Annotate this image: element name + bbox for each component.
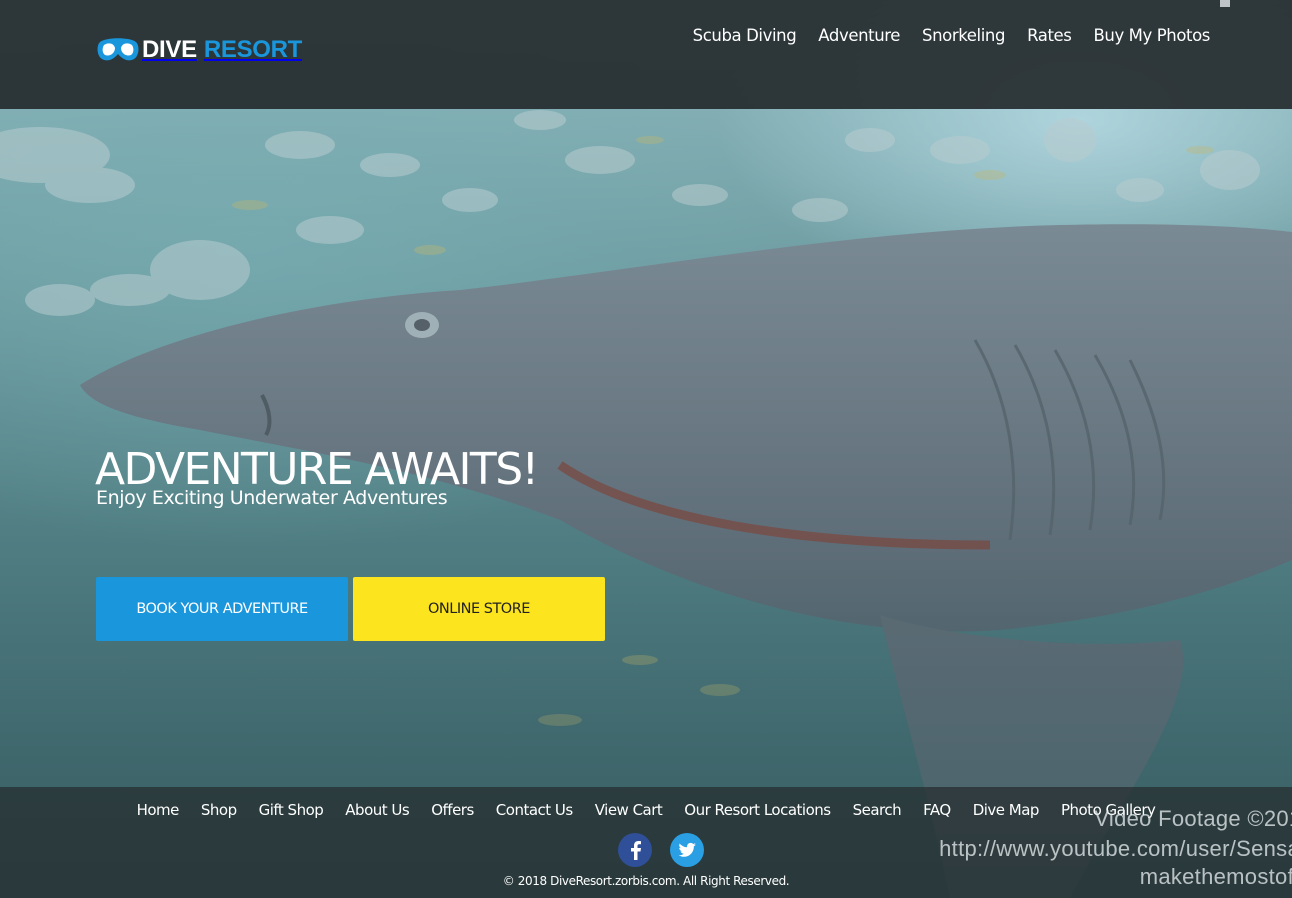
footer-link-resort-locations[interactable]: Our Resort Locations: [684, 800, 831, 820]
footer-link-view-cart[interactable]: View Cart: [595, 800, 663, 820]
dive-mask-icon: [97, 38, 139, 61]
footer-link-shop[interactable]: Shop: [201, 800, 237, 820]
book-adventure-button[interactable]: BOOK YOUR ADVENTURE: [96, 577, 348, 641]
hero-subtitle: Enjoy Exciting Underwater Adventures: [96, 487, 448, 509]
footer-link-gift-shop[interactable]: Gift Shop: [259, 800, 324, 820]
brand-name: DIVE RESORT: [142, 35, 302, 65]
main-navigation: Scuba Diving Adventure Snorkeling Rates …: [693, 24, 1211, 48]
nav-snorkeling[interactable]: Snorkeling: [922, 24, 1005, 48]
video-credit-line-2: http://www.youtube.com/user/Sensa: [939, 836, 1292, 861]
footer-link-faq[interactable]: FAQ: [923, 800, 951, 820]
scrollbar-thumb[interactable]: [1220, 0, 1230, 7]
footer-link-search[interactable]: Search: [853, 800, 902, 820]
site-header: DIVE RESORT Scuba Diving Adventure Snorke…: [0, 0, 1292, 109]
nav-scuba-diving[interactable]: Scuba Diving: [693, 24, 797, 48]
nav-buy-my-photos[interactable]: Buy My Photos: [1094, 24, 1211, 48]
site-logo[interactable]: DIVE RESORT: [96, 35, 302, 65]
copyright-text: © 2018 DiveResort.zorbis.com. All Right …: [502, 874, 790, 888]
footer-link-about-us[interactable]: About Us: [345, 800, 409, 820]
brand-word-dive: DIVE: [142, 36, 197, 63]
online-store-button[interactable]: ONLINE STORE: [353, 577, 605, 641]
twitter-icon[interactable]: [670, 833, 704, 867]
social-links: [618, 833, 704, 867]
footer-link-home[interactable]: Home: [137, 800, 180, 820]
video-credit-line-1: Video Footage ©2013: [1094, 806, 1292, 831]
footer-link-contact-us[interactable]: Contact Us: [496, 800, 573, 820]
video-credit-line-3: makethemostof: [1139, 864, 1292, 889]
facebook-icon[interactable]: [618, 833, 652, 867]
footer-link-dive-map[interactable]: Dive Map: [973, 800, 1040, 820]
nav-adventure[interactable]: Adventure: [818, 24, 900, 48]
nav-rates[interactable]: Rates: [1027, 24, 1072, 48]
brand-word-resort: RESORT: [203, 36, 303, 63]
footer-link-offers[interactable]: Offers: [431, 800, 474, 820]
